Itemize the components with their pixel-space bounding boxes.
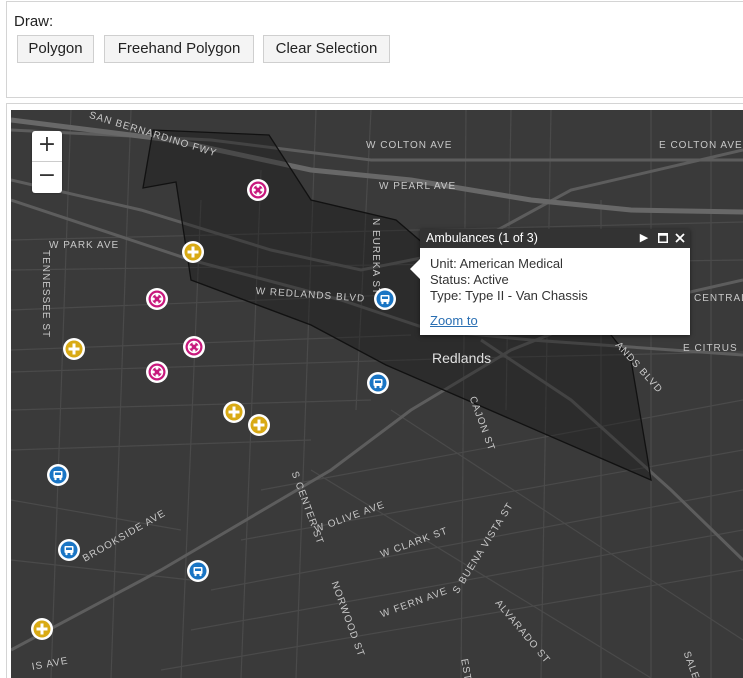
close-icon[interactable] <box>672 229 688 248</box>
street-label: E CITRUS <box>683 343 738 354</box>
draw-panel: Draw: Polygon Freehand Polygon Clear Sel… <box>6 1 743 98</box>
street-label: W PARK AVE <box>49 240 120 251</box>
freehand-polygon-button[interactable]: Freehand Polygon <box>104 35 254 63</box>
ambulance-marker-icon[interactable] <box>373 287 397 311</box>
ambulance-marker-icon[interactable] <box>46 463 70 487</box>
map-view[interactable]: SAN BERNARDINO FWY W COLTON AVE W PEARL … <box>11 110 743 678</box>
zoom-control: + − <box>32 131 62 193</box>
hospital-marker-icon[interactable] <box>182 335 206 359</box>
hospital-marker-icon[interactable] <box>145 287 169 311</box>
clear-selection-button[interactable]: Clear Selection <box>263 35 390 63</box>
fire-station-marker-icon[interactable] <box>62 337 86 361</box>
ambulance-marker-icon[interactable] <box>366 371 390 395</box>
street-label: W COLTON AVE <box>366 140 453 151</box>
hospital-marker-icon[interactable] <box>145 360 169 384</box>
fire-station-marker-icon[interactable] <box>181 240 205 264</box>
fire-station-marker-icon[interactable] <box>30 617 54 641</box>
street-label: TENNESSEE ST <box>40 250 51 339</box>
street-label: W PEARL AVE <box>379 181 457 192</box>
zoom-to-link[interactable]: Zoom to <box>430 313 478 329</box>
popup-header: Ambulances (1 of 3) ▶ <box>420 229 690 248</box>
street-label: E COLTON AVE <box>659 140 743 151</box>
polygon-button[interactable]: Polygon <box>17 35 94 63</box>
popup-type: Type: Type II - Van Chassis <box>430 288 588 303</box>
street-label: N EUREKA ST <box>370 218 381 296</box>
fire-station-marker-icon[interactable] <box>222 400 246 424</box>
popup-unit: Unit: American Medical <box>430 256 563 271</box>
ambulance-marker-icon[interactable] <box>57 538 81 562</box>
info-popup: Ambulances (1 of 3) ▶ Unit: American Med… <box>410 229 690 337</box>
draw-label: Draw: <box>14 13 54 30</box>
street-label: CENTRAL A <box>694 293 743 304</box>
fire-station-marker-icon[interactable] <box>247 413 271 437</box>
popup-body: Unit: American Medical Status: Active Ty… <box>420 248 690 337</box>
zoom-out-button[interactable]: − <box>32 162 62 192</box>
popup-pointer <box>410 259 420 279</box>
zoom-in-button[interactable]: + <box>32 131 62 162</box>
hospital-marker-icon[interactable] <box>246 178 270 202</box>
next-icon[interactable]: ▶ <box>636 229 652 248</box>
ambulance-marker-icon[interactable] <box>186 559 210 583</box>
popup-title: Ambulances (1 of 3) <box>426 231 538 245</box>
popup-status: Status: Active <box>430 272 509 287</box>
city-label: Redlands <box>432 350 492 366</box>
maximize-icon[interactable] <box>655 229 671 248</box>
